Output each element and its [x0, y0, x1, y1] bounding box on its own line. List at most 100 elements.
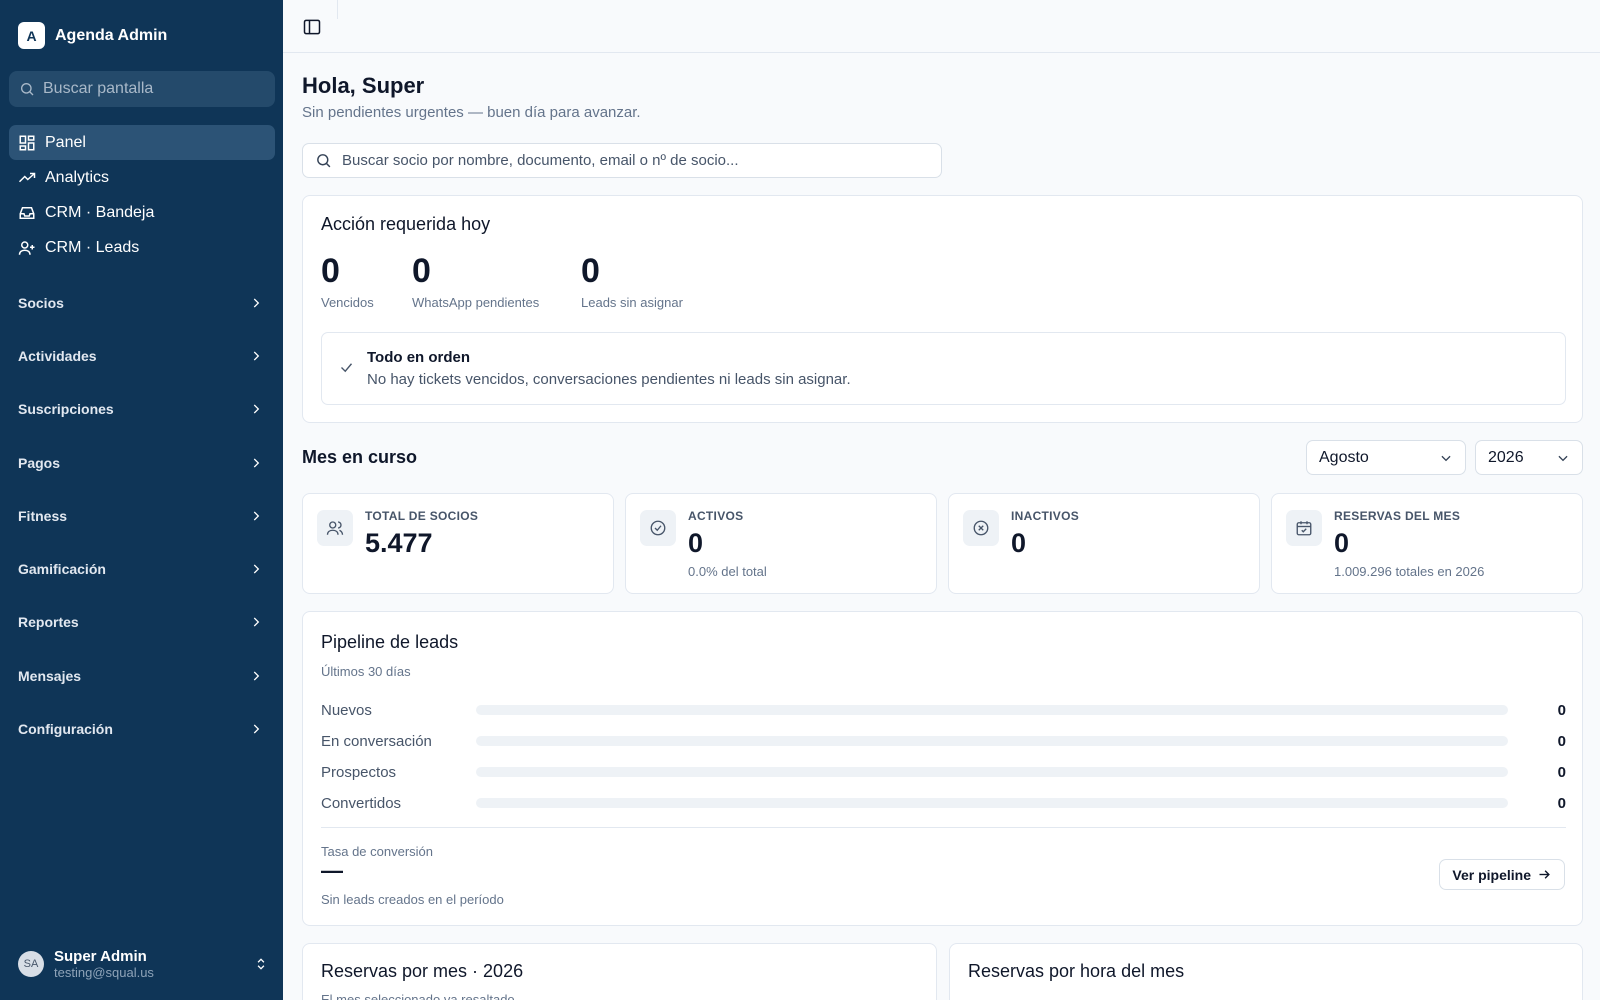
sidebar-toggle-icon[interactable]: [302, 17, 322, 37]
stat-value: 0: [581, 252, 600, 290]
pipeline-row: Convertidos 0: [321, 793, 1566, 813]
nav-item-panel[interactable]: Panel: [9, 125, 275, 160]
action-required-card: Acción requerida hoy 0 Vencidos 0 WhatsA…: [302, 195, 1583, 423]
chevron-right-icon: [253, 351, 260, 361]
nav-label: Analytics: [45, 168, 110, 186]
kpi-total-socios: TOTAL DE SOCIOS 5.477: [302, 493, 614, 594]
nav-label: CRM · Leads: [45, 238, 140, 256]
bookings-by-hour-card: Reservas por hora del mes: [949, 943, 1583, 1000]
avatar: SA: [18, 951, 44, 977]
stat-whatsapp[interactable]: 0 WhatsApp pendientes: [412, 251, 539, 310]
divider: [321, 827, 1566, 828]
x-circle-icon: [963, 510, 999, 546]
conversion-label: Tasa de conversión: [321, 844, 434, 859]
nav-group-reportes[interactable]: Reportes: [9, 596, 275, 649]
view-pipeline-button[interactable]: Ver pipeline: [1439, 859, 1565, 890]
kpi-activos: ACTIVOS 0 0.0% del total: [625, 493, 937, 594]
pipeline-bar: [476, 705, 1508, 715]
sidebar-search-input[interactable]: [43, 80, 263, 98]
kpi-value: 0: [1334, 528, 1350, 558]
kpi-reservas-mes: RESERVAS DEL MES 0 1.009.296 totales en …: [1271, 493, 1583, 594]
users-icon: [317, 510, 353, 546]
brand[interactable]: A Agenda Admin: [18, 22, 167, 49]
pipeline-row: Nuevos 0: [321, 700, 1566, 720]
sidebar-search[interactable]: [9, 71, 275, 107]
stat-label: WhatsApp pendientes: [412, 295, 540, 310]
card-title: Reservas por mes · 2026: [321, 961, 524, 981]
pipeline-row: En conversación 0: [321, 731, 1566, 751]
nav-group-pagos[interactable]: Pagos: [9, 436, 275, 489]
nav-group-mensajes[interactable]: Mensajes: [9, 649, 275, 702]
nav-item-crm-leads[interactable]: CRM · Leads: [9, 230, 275, 265]
conversion-value: —: [321, 858, 343, 883]
grid-icon: [19, 135, 35, 150]
kpi-value: 0: [688, 528, 704, 558]
kpi-label: INACTIVOS: [1011, 509, 1080, 523]
brand-logo: A: [18, 22, 45, 49]
topbar: [283, 0, 1600, 53]
button-label: Ver pipeline: [1452, 866, 1531, 883]
chevron-right-icon: [253, 724, 260, 734]
card-title: Acción requerida hoy: [321, 214, 491, 234]
nav-group-label: Reportes: [18, 614, 79, 631]
nav-groups: Socios Actividades Suscripciones Pagos F…: [9, 276, 275, 756]
nav-label: CRM · Bandeja: [45, 203, 155, 221]
user-plus-icon: [18, 240, 35, 255]
check-icon: [341, 363, 353, 373]
pipeline-row-value: 0: [1557, 794, 1566, 812]
kpi-label: ACTIVOS: [688, 509, 744, 523]
pipeline-row-label: En conversación: [321, 732, 432, 750]
user-menu[interactable]: SA Super Admin testing@squal.us: [18, 942, 268, 986]
stat-leads-sin-asignar[interactable]: 0 Leads sin asignar: [581, 251, 683, 310]
year-select[interactable]: 2026: [1475, 440, 1583, 475]
stat-value: 0: [412, 252, 431, 290]
card-subtitle: El mes seleccionado va resaltado: [321, 992, 515, 1000]
member-search-input[interactable]: [342, 152, 922, 169]
section-title: Mes en curso: [302, 447, 418, 467]
pipeline-row-value: 0: [1557, 732, 1566, 750]
chevron-right-icon: [253, 564, 260, 574]
chevrons-up-down-icon: [257, 958, 265, 970]
user-name: Super Admin: [54, 948, 147, 965]
alert-description: No hay tickets vencidos, conversaciones …: [367, 371, 851, 388]
nav-group-socios[interactable]: Socios: [9, 276, 275, 329]
pipeline-bar: [476, 736, 1508, 746]
page-subtitle: Sin pendientes urgentes — buen día para …: [302, 104, 641, 121]
alert-title: Todo en orden: [367, 349, 471, 366]
nav-group-configuracion[interactable]: Configuración: [9, 702, 275, 755]
nav-item-analytics[interactable]: Analytics: [9, 160, 275, 195]
stat-vencidos[interactable]: 0 Vencidos: [321, 251, 374, 310]
search-icon: [21, 83, 34, 96]
card-title: Reservas por hora del mes: [968, 961, 1185, 981]
nav-group-fitness[interactable]: Fitness: [9, 489, 275, 542]
pipeline-row: Prospectos 0: [321, 762, 1566, 782]
pipeline-bar: [476, 767, 1508, 777]
all-clear-alert: Todo en orden No hay tickets vencidos, c…: [321, 332, 1566, 405]
chevron-right-icon: [253, 404, 260, 414]
nav-group-actividades[interactable]: Actividades: [9, 329, 275, 382]
month-select-value: Agosto: [1319, 448, 1369, 466]
nav-label: Panel: [45, 133, 86, 151]
nav-group-label: Configuración: [18, 721, 113, 738]
check-circle-icon: [640, 510, 676, 546]
calendar-check-icon: [1286, 510, 1322, 546]
nav-item-crm-bandeja[interactable]: CRM · Bandeja: [9, 195, 275, 230]
nav-group-gamificacion[interactable]: Gamificación: [9, 542, 275, 595]
kpi-label: RESERVAS DEL MES: [1334, 509, 1461, 523]
pipeline-card: Pipeline de leads Últimos 30 días Nuevos…: [302, 611, 1583, 926]
primary-nav: Panel Analytics CRM · Bandeja CRM · Lead…: [9, 125, 275, 265]
month-select[interactable]: Agosto: [1306, 440, 1466, 475]
member-search[interactable]: [302, 143, 942, 178]
user-info: Super Admin testing@squal.us: [54, 948, 244, 980]
card-subtitle: Últimos 30 días: [321, 664, 411, 679]
pipeline-bar: [476, 798, 1508, 808]
kpi-value: 5.477: [365, 528, 433, 558]
stat-label: Leads sin asignar: [581, 295, 683, 310]
nav-group-label: Fitness: [18, 507, 68, 524]
pipeline-row-label: Convertidos: [321, 794, 402, 812]
kpi-sub: 0.0% del total: [688, 564, 767, 579]
chevron-right-icon: [253, 457, 260, 468]
topbar-divider: [337, 0, 338, 19]
chevron-right-icon: [253, 617, 260, 627]
nav-group-suscripciones[interactable]: Suscripciones: [9, 383, 275, 436]
